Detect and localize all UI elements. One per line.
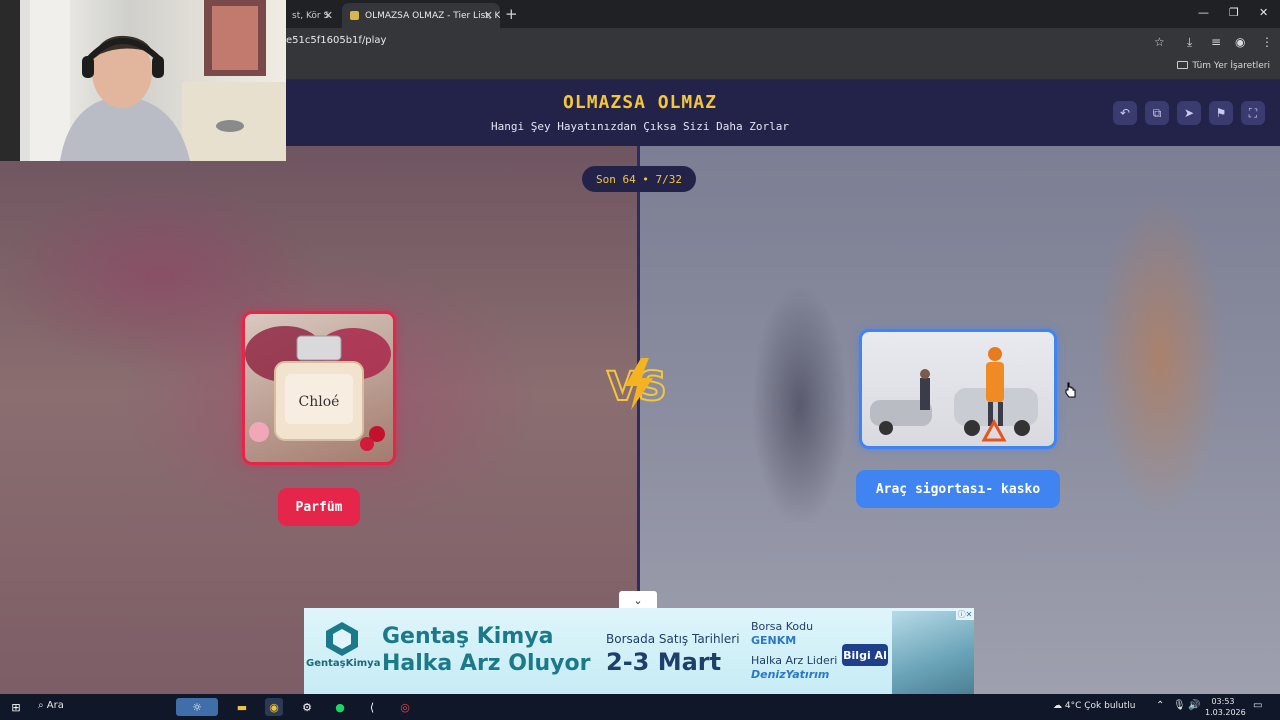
clock-date: 1.03.2026 — [1205, 708, 1246, 717]
left-option-image[interactable]: Chloé — [242, 311, 396, 465]
left-option-button[interactable]: Parfüm — [278, 488, 360, 526]
car-accident-icon — [870, 347, 1038, 442]
download-icon[interactable]: ⤓ — [1187, 35, 1192, 50]
ad-dates-label: Borsada Satış Tarihleri — [606, 632, 740, 646]
clock-time: 03:53 — [1211, 697, 1235, 706]
undo-icon[interactable]: ↶ — [1113, 101, 1137, 125]
screen: st, Kör S ✕ OLMAZSA OLMAZ - Tier List, K… — [0, 0, 1280, 720]
ad-headline-2: Halka Arz Oluyor — [382, 651, 591, 676]
windows-start-icon[interactable]: ⊞ — [7, 698, 25, 716]
recording-app-icon[interactable]: ◎ — [396, 698, 414, 716]
spotify-icon[interactable]: ● — [331, 698, 349, 716]
browser-tab[interactable]: st, Kör S ✕ — [284, 3, 340, 28]
ad-cta-button[interactable]: Bilgi Al — [842, 644, 888, 666]
game-page: OLMAZSA OLMAZ Hangi Şey Hayatınızdan Çık… — [0, 80, 1280, 694]
profile-icon[interactable]: ◉ — [1235, 35, 1245, 49]
chrome-icon[interactable]: ◉ — [265, 698, 283, 716]
ad-close-icon[interactable]: ⓘ✕ — [956, 609, 974, 620]
streamer-webcam-image — [0, 0, 286, 161]
settings-icon[interactable]: ⚙ — [298, 698, 316, 716]
close-window-icon[interactable]: ✕ — [1259, 6, 1268, 19]
ad-ticker: GENKM — [751, 634, 797, 647]
close-icon[interactable]: ✕ — [484, 9, 493, 22]
app-icon[interactable]: ⟨ — [363, 698, 381, 716]
windows-taskbar: ⊞ ⌕ Ara ☼ ▬ ◉ ⚙ ● ⟨ ◎ ☁ 4°C Çok bulutlu … — [0, 694, 1280, 720]
ad-factory-image — [892, 611, 974, 694]
tab-label: OLMAZSA OLMAZ - Tier List, K — [365, 10, 500, 21]
gentas-logo-icon — [326, 622, 358, 656]
right-option-image[interactable] — [859, 329, 1057, 449]
browser-tab-active[interactable]: OLMAZSA OLMAZ - Tier List, K ✕ — [342, 3, 500, 28]
perfume-bottle-icon: Chloé — [245, 326, 391, 451]
restore-icon[interactable]: ❐ — [1229, 6, 1239, 19]
favicon-icon — [350, 11, 359, 20]
notification-icon[interactable]: ▭ — [1253, 700, 1262, 711]
chevron-down-icon[interactable]: ⌄ — [619, 591, 657, 609]
send-icon[interactable]: ➤ — [1177, 101, 1201, 125]
taskbar-search[interactable]: ⌕ Ara — [38, 700, 64, 711]
all-bookmarks-button[interactable]: Tüm Yer İşaretleri — [1177, 61, 1270, 71]
taskbar-clock[interactable]: 03:53 1.03.2026 — [1205, 696, 1246, 718]
minimize-icon[interactable]: — — [1198, 6, 1209, 19]
search-placeholder: Ara — [46, 700, 64, 711]
ad-leader: DenizYatırım — [751, 668, 830, 681]
url-field[interactable]: e51c5f1605b1f/play — [286, 35, 386, 46]
bookmarks-label: Tüm Yer İşaretleri — [1192, 61, 1270, 71]
chevron-up-icon[interactable]: ⌃ — [1156, 700, 1164, 711]
webcam-overlay — [0, 0, 286, 161]
perfume-label: Chloé — [299, 394, 340, 410]
new-tab-icon[interactable]: + — [505, 5, 518, 23]
file-explorer-icon[interactable]: ▬ — [233, 698, 251, 716]
fullscreen-icon[interactable]: ⛶ — [1241, 101, 1265, 125]
star-icon[interactable]: ☆ — [1154, 35, 1165, 49]
playlist-icon[interactable]: ≡ — [1211, 35, 1221, 49]
cloud-icon: ☁ — [1053, 701, 1065, 711]
ad-banner[interactable]: GentaşKimya Gentaş Kimya Halka Arz Oluyo… — [304, 608, 974, 694]
widget-icon[interactable]: ☼ — [176, 698, 218, 716]
ad-headline-1: Gentaş Kimya — [382, 624, 554, 649]
ad-ticker-label: Borsa Kodu — [751, 620, 814, 633]
ad-dates: 2-3 Mart — [606, 648, 722, 676]
volume-icon[interactable]: 🔊 — [1188, 700, 1200, 711]
vs-lightning-icon: VS — [605, 356, 673, 416]
close-icon[interactable]: ✕ — [324, 9, 333, 22]
menu-icon[interactable]: ⋮ — [1261, 35, 1273, 49]
share-icon[interactable]: ⧉ — [1145, 101, 1169, 125]
weather-text: 4°C Çok bulutlu — [1064, 701, 1136, 711]
weather-widget[interactable]: ☁ 4°C Çok bulutlu — [1053, 701, 1135, 711]
ad-logo-text: GentaşKimya — [306, 658, 381, 669]
flag-icon[interactable]: ⚑ — [1209, 101, 1233, 125]
round-progress-badge: Son 64 • 7/32 — [582, 166, 696, 192]
ad-leader-label: Halka Arz Lideri — [751, 654, 838, 667]
hand-cursor-icon — [1064, 382, 1076, 402]
microphone-icon[interactable]: 🎙 — [1173, 700, 1186, 711]
folder-icon — [1177, 61, 1189, 69]
right-option-button[interactable]: Araç sigortası- kasko — [856, 470, 1060, 508]
